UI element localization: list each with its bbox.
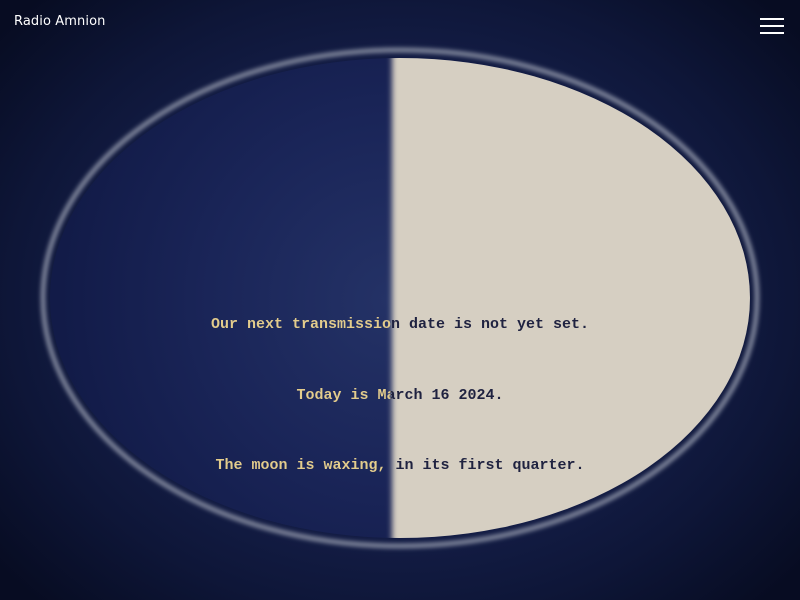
message-line-date: Today is March 16 2024. [0, 384, 800, 408]
transmission-message: Our next transmission date is not yet se… [0, 266, 800, 501]
message-line-moon-phase: The moon is waxing, in its first quarter… [0, 454, 800, 478]
message-line-transmission: Our next transmission date is not yet se… [0, 313, 800, 337]
